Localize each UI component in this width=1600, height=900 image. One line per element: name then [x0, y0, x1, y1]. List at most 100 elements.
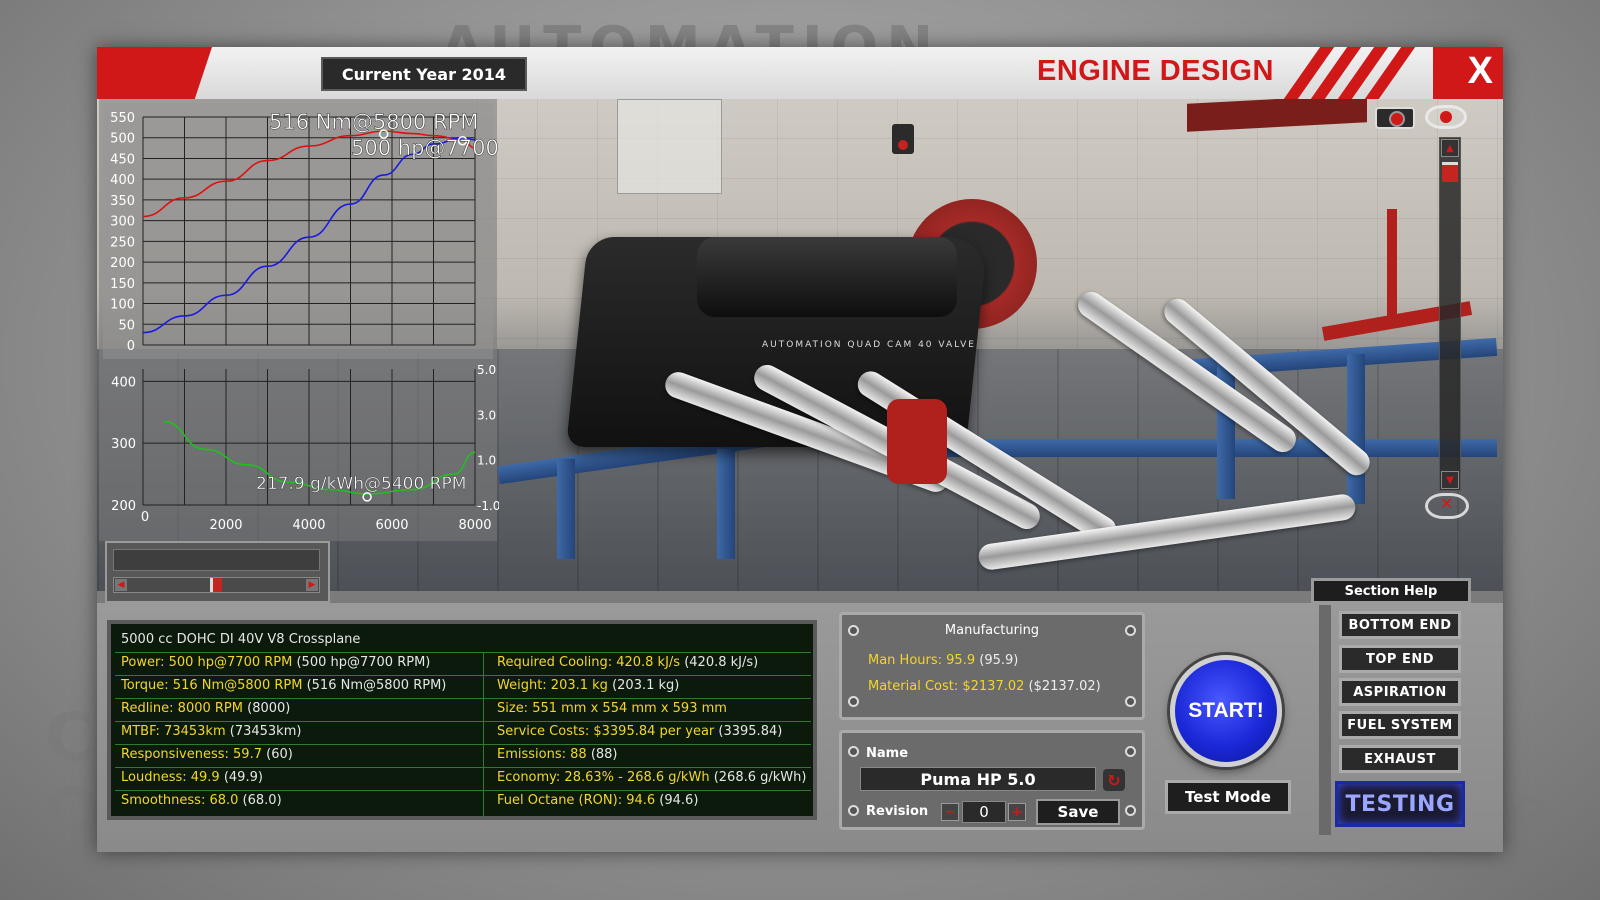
y-tick-label: 300	[111, 437, 136, 452]
engine-valve-cover	[697, 237, 957, 317]
stat-right: Required Cooling: 420.8 kJ/s (420.8 kJ/s…	[497, 655, 758, 670]
engine-name-field[interactable]: Puma HP 5.0	[860, 767, 1096, 791]
y-tick-label: 200	[111, 499, 136, 514]
y-tick-label: 300	[110, 215, 135, 230]
engine-stand-red	[1387, 209, 1397, 319]
wall-notice-panel	[617, 99, 722, 194]
stat-parent-value: (68.0)	[242, 793, 282, 808]
nav-testing-button[interactable]: TESTING	[1335, 781, 1465, 827]
stat-parent-value: (60)	[266, 747, 293, 762]
torque-peak-label: 516 Nm@5800 RPM	[269, 110, 478, 134]
save-button[interactable]: Save	[1036, 799, 1120, 825]
stat-left: Smoothness: 68.0 (68.0)	[121, 793, 282, 808]
test-mode-button[interactable]: Test Mode	[1165, 780, 1291, 814]
page-title: ENGINE DESIGN	[1037, 55, 1274, 87]
camera-icon[interactable]	[1375, 107, 1415, 129]
stat-value: Emissions: 88	[497, 747, 587, 762]
stat-parent-value: (49.9)	[223, 770, 263, 785]
bottom-panel: 5000 cc DOHC DI 40V V8 Crossplane Power:…	[97, 603, 1503, 852]
chart-slider-label-bar	[113, 549, 320, 571]
current-year-label: Current Year 2014	[321, 57, 527, 91]
stand-leg	[1347, 354, 1365, 504]
revision-increment-button[interactable]: +	[1008, 803, 1026, 821]
y-tick-label: 350	[110, 194, 135, 209]
stat-parent-value: (268.6 g/kWh)	[713, 770, 807, 785]
stat-value: Loudness: 49.9	[121, 770, 220, 785]
y-tick-label: 50	[118, 318, 135, 333]
stats-row: Torque: 516 Nm@5800 RPM (516 Nm@5800 RPM…	[115, 675, 811, 698]
y2-tick-label: -1.0	[477, 499, 499, 513]
nav-top-end-button[interactable]: TOP END	[1339, 645, 1461, 673]
engine-stats-panel: 5000 cc DOHC DI 40V V8 Crossplane Power:…	[107, 620, 817, 820]
stat-value: Smoothness: 68.0	[121, 793, 239, 808]
stand-leg	[717, 449, 735, 559]
stat-left: MTBF: 73453km (73453km)	[121, 724, 301, 739]
chart-slider-box: ◀ ▶	[105, 541, 330, 603]
y-tick-label: 450	[110, 152, 135, 167]
stat-parent-value: (420.8 kJ/s)	[684, 655, 759, 670]
man-hours-line: Man Hours: 95.9 (95.9)	[868, 653, 1018, 668]
close-button[interactable]: X	[1468, 50, 1493, 93]
chart-slider-track[interactable]: ◀ ▶	[113, 577, 320, 593]
screw-icon	[848, 746, 859, 757]
nav-aspiration-button[interactable]: ASPIRATION	[1339, 678, 1461, 706]
title-stripe-left	[97, 47, 212, 99]
manufacturing-box: Manufacturing Man Hours: 95.9 (95.9) Mat…	[839, 612, 1145, 720]
chevron-up-icon[interactable]: ▲	[1441, 139, 1459, 157]
screw-icon	[1125, 746, 1136, 757]
zoom-scrollbar-thumb[interactable]	[1442, 162, 1458, 182]
stat-value: Torque: 516 Nm@5800 RPM	[121, 678, 303, 693]
material-cost-value: Material Cost: $2137.02	[868, 679, 1025, 694]
nav-exhaust-button[interactable]: EXHAUST	[1339, 745, 1461, 773]
x-tick-label: 2000	[209, 518, 242, 533]
engine-design-window: Current Year 2014 ENGINE DESIGN X AUTOMA…	[97, 47, 1503, 852]
stat-value: Power: 500 hp@7700 RPM	[121, 655, 293, 670]
chevron-right-icon[interactable]: ▶	[306, 579, 318, 591]
revision-label: Revision	[866, 804, 929, 819]
chevron-down-icon[interactable]: ▼	[1441, 471, 1459, 489]
stat-value: Size: 551 mm x 554 mm x 593 mm	[497, 701, 727, 716]
y-tick-label: 100	[110, 298, 135, 313]
y-tick-label: 400	[110, 173, 135, 188]
stat-parent-value: (203.1 kg)	[612, 678, 680, 693]
revision-decrement-button[interactable]: −	[941, 803, 959, 821]
stat-parent-value: (73453km)	[229, 724, 302, 739]
stat-value: Fuel Octane (RON): 94.6	[497, 793, 656, 808]
y-tick-label: 150	[110, 277, 135, 292]
stat-parent-value: (8000)	[247, 701, 291, 716]
stat-left: Responsiveness: 59.7 (60)	[121, 747, 293, 762]
y-tick-label: 200	[110, 256, 135, 271]
zoom-scrollbar[interactable]: ▲ ▼	[1439, 137, 1461, 491]
chart-slider-knob[interactable]	[210, 578, 222, 592]
material-cost-parent: ($2137.02)	[1028, 679, 1101, 694]
stat-left: Power: 500 hp@7700 RPM (500 hp@7700 RPM)	[121, 655, 430, 670]
man-hours-parent: (95.9)	[979, 653, 1019, 668]
nav-bottom-end-button[interactable]: BOTTOM END	[1339, 611, 1461, 639]
wall-light	[892, 124, 914, 154]
start-button[interactable]: START!	[1170, 655, 1282, 767]
stand-leg	[557, 459, 575, 559]
y-tick-label: 400	[111, 375, 136, 390]
material-cost-line: Material Cost: $2137.02 ($2137.02)	[868, 679, 1101, 694]
chevron-left-icon[interactable]: ◀	[115, 579, 127, 591]
section-help-button[interactable]: Section Help	[1311, 578, 1471, 604]
y-tick-label: 0	[127, 339, 135, 354]
reset-view-icon[interactable]	[1425, 493, 1469, 519]
stat-parent-value: (516 Nm@5800 RPM)	[306, 678, 447, 693]
nav-fuel-system-button[interactable]: FUEL SYSTEM	[1339, 711, 1461, 739]
y-tick-label: 500	[110, 132, 135, 147]
dyno-chart-svg: 0 50 100 150 200 250 300 350 400 450 500 550 516 Nm@…	[103, 103, 499, 533]
section-nav-rail	[1319, 605, 1331, 835]
engine-red-part	[887, 399, 947, 484]
revision-value: 0	[962, 801, 1006, 823]
eye-icon[interactable]	[1425, 105, 1467, 129]
stat-parent-value: (94.6)	[659, 793, 699, 808]
stat-right: Economy: 28.63% - 268.6 g/kWh (268.6 g/k…	[497, 770, 806, 785]
man-hours-value: Man Hours: 95.9	[868, 653, 976, 668]
manufacturing-title: Manufacturing	[944, 623, 1040, 638]
stat-value: Economy: 28.63% - 268.6 g/kWh	[497, 770, 710, 785]
name-revision-box: Name Puma HP 5.0 ↻ Revision − 0 + Save	[839, 730, 1145, 830]
stats-row: Responsiveness: 59.7 (60) Emissions: 88 (…	[115, 744, 811, 767]
randomize-name-icon[interactable]: ↻	[1103, 769, 1125, 791]
section-nav: BOTTOM END TOP END ASPIRATION FUEL SYSTE…	[1319, 605, 1499, 835]
